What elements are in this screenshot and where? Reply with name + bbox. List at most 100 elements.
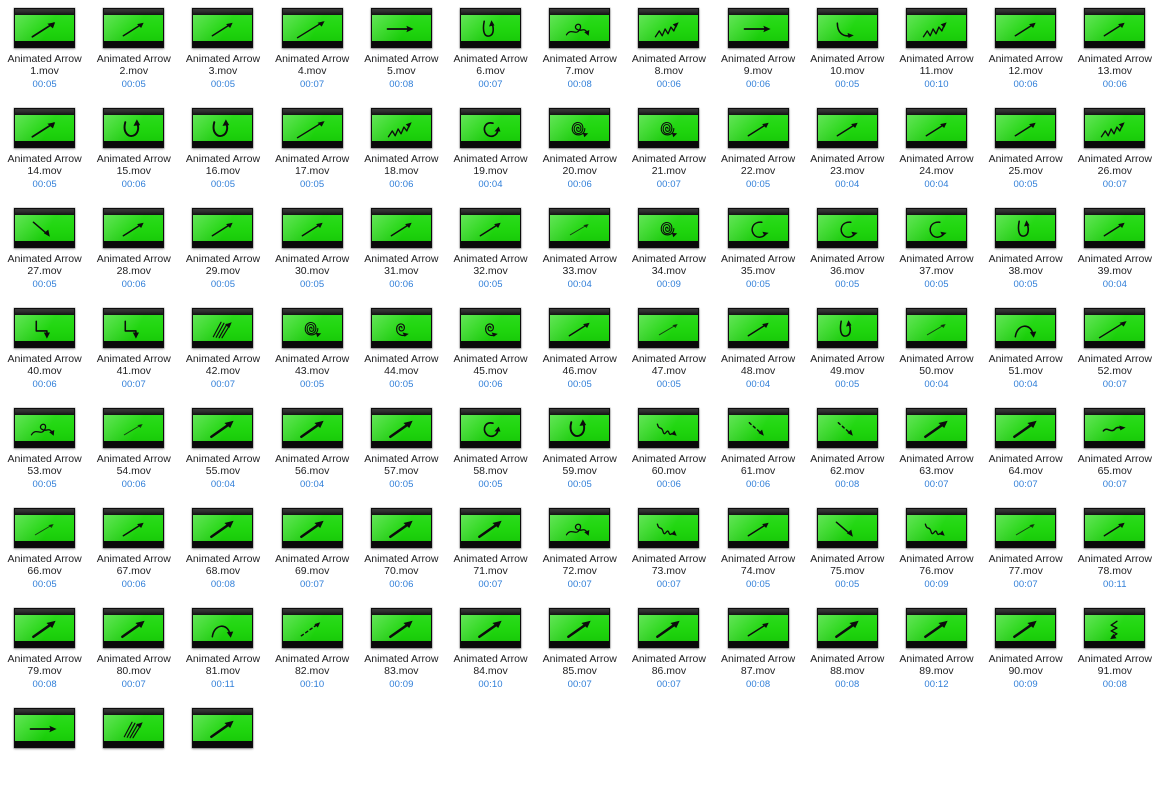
- file-item[interactable]: Animated Arrow 78.mov 00:11: [1070, 506, 1159, 606]
- file-item[interactable]: Animated Arrow 77.mov 00:07: [981, 506, 1070, 606]
- file-item[interactable]: Animated Arrow 11.mov 00:10: [892, 6, 981, 106]
- video-thumbnail[interactable]: [281, 508, 343, 548]
- video-thumbnail[interactable]: [905, 8, 967, 48]
- video-thumbnail[interactable]: [14, 608, 76, 648]
- file-item[interactable]: Animated Arrow 26.mov 00:07: [1070, 106, 1159, 206]
- file-item[interactable]: Animated Arrow 63.mov 00:07: [892, 406, 981, 506]
- file-item[interactable]: Animated Arrow 55.mov 00:04: [178, 406, 267, 506]
- file-item[interactable]: Animated Arrow 17.mov 00:05: [268, 106, 357, 206]
- file-item[interactable]: Animated Arrow 91.mov 00:08: [1070, 606, 1159, 706]
- video-thumbnail[interactable]: [460, 608, 522, 648]
- file-item[interactable]: Animated Arrow 54.mov 00:06: [89, 406, 178, 506]
- file-item[interactable]: Animated Arrow 34.mov 00:09: [624, 206, 713, 306]
- video-thumbnail[interactable]: [905, 608, 967, 648]
- video-thumbnail[interactable]: [549, 508, 611, 548]
- video-thumbnail[interactable]: [370, 508, 432, 548]
- file-item[interactable]: Animated Arrow 89.mov 00:12: [892, 606, 981, 706]
- file-item[interactable]: Animated Arrow 20.mov 00:06: [535, 106, 624, 206]
- file-item[interactable]: Animated Arrow 1.mov 00:05: [0, 6, 89, 106]
- video-thumbnail[interactable]: [14, 108, 76, 148]
- file-item[interactable]: Animated Arrow 12.mov 00:06: [981, 6, 1070, 106]
- video-thumbnail[interactable]: [549, 8, 611, 48]
- video-thumbnail[interactable]: [103, 508, 165, 548]
- video-thumbnail[interactable]: [460, 508, 522, 548]
- file-item[interactable]: Animated Arrow 35.mov 00:05: [714, 206, 803, 306]
- video-thumbnail[interactable]: [995, 508, 1057, 548]
- file-item[interactable]: Animated Arrow 66.mov 00:05: [0, 506, 89, 606]
- video-thumbnail[interactable]: [995, 8, 1057, 48]
- file-item[interactable]: Animated Arrow 10.mov 00:05: [803, 6, 892, 106]
- file-item[interactable]: Animated Arrow 33.mov 00:04: [535, 206, 624, 306]
- video-thumbnail[interactable]: [192, 608, 254, 648]
- video-thumbnail[interactable]: [727, 308, 789, 348]
- video-thumbnail[interactable]: [638, 508, 700, 548]
- video-thumbnail[interactable]: [549, 108, 611, 148]
- video-thumbnail[interactable]: [103, 208, 165, 248]
- file-item[interactable]: Animated Arrow 46.mov 00:05: [535, 306, 624, 406]
- video-thumbnail[interactable]: [1084, 208, 1146, 248]
- video-thumbnail[interactable]: [727, 108, 789, 148]
- file-item[interactable]: Animated Arrow 75.mov 00:05: [803, 506, 892, 606]
- video-thumbnail[interactable]: [370, 608, 432, 648]
- video-thumbnail[interactable]: [1084, 408, 1146, 448]
- file-item[interactable]: Animated Arrow 70.mov 00:06: [357, 506, 446, 606]
- video-thumbnail[interactable]: [281, 408, 343, 448]
- file-item[interactable]: Animated Arrow 19.mov 00:04: [446, 106, 535, 206]
- video-thumbnail[interactable]: [460, 408, 522, 448]
- file-item[interactable]: Animated Arrow 23.mov 00:04: [803, 106, 892, 206]
- video-thumbnail[interactable]: [281, 308, 343, 348]
- file-item[interactable]: Animated Arrow 13.mov 00:06: [1070, 6, 1159, 106]
- video-thumbnail[interactable]: [192, 208, 254, 248]
- file-item[interactable]: Animated Arrow 86.mov 00:07: [624, 606, 713, 706]
- video-thumbnail[interactable]: [549, 608, 611, 648]
- file-item[interactable]: Animated Arrow 85.mov 00:07: [535, 606, 624, 706]
- file-item[interactable]: Animated Arrow 6.mov 00:07: [446, 6, 535, 106]
- video-thumbnail[interactable]: [995, 208, 1057, 248]
- video-thumbnail[interactable]: [1084, 308, 1146, 348]
- file-item[interactable]: Animated Arrow 42.mov 00:07: [178, 306, 267, 406]
- file-item[interactable]: Animated Arrow 21.mov 00:07: [624, 106, 713, 206]
- video-thumbnail[interactable]: [816, 8, 878, 48]
- file-item[interactable]: Animated Arrow 59.mov 00:05: [535, 406, 624, 506]
- file-item[interactable]: Animated Arrow 81.mov 00:11: [178, 606, 267, 706]
- video-thumbnail[interactable]: [816, 608, 878, 648]
- file-item[interactable]: Animated Arrow 76.mov 00:09: [892, 506, 981, 606]
- file-item[interactable]: Animated Arrow 32.mov 00:05: [446, 206, 535, 306]
- file-item[interactable]: Animated Arrow 71.mov 00:07: [446, 506, 535, 606]
- file-item[interactable]: Animated Arrow 51.mov 00:04: [981, 306, 1070, 406]
- file-icon-grid[interactable]: Animated Arrow 1.mov 00:05 Animated Arrow …: [0, 0, 1160, 764]
- file-item[interactable]: Animated Arrow 93.mov: [89, 706, 178, 806]
- video-thumbnail[interactable]: [370, 208, 432, 248]
- video-thumbnail[interactable]: [727, 208, 789, 248]
- file-item[interactable]: Animated Arrow 88.mov 00:08: [803, 606, 892, 706]
- file-item[interactable]: Animated Arrow 94.mov: [178, 706, 267, 806]
- file-item[interactable]: Animated Arrow 39.mov 00:04: [1070, 206, 1159, 306]
- video-thumbnail[interactable]: [816, 208, 878, 248]
- file-item[interactable]: Animated Arrow 56.mov 00:04: [268, 406, 357, 506]
- video-thumbnail[interactable]: [995, 108, 1057, 148]
- file-item[interactable]: Animated Arrow 15.mov 00:06: [89, 106, 178, 206]
- video-thumbnail[interactable]: [14, 208, 76, 248]
- video-thumbnail[interactable]: [103, 108, 165, 148]
- file-item[interactable]: Animated Arrow 62.mov 00:08: [803, 406, 892, 506]
- video-thumbnail[interactable]: [103, 8, 165, 48]
- video-thumbnail[interactable]: [192, 708, 254, 748]
- file-item[interactable]: Animated Arrow 49.mov 00:05: [803, 306, 892, 406]
- video-thumbnail[interactable]: [638, 408, 700, 448]
- video-thumbnail[interactable]: [1084, 508, 1146, 548]
- video-thumbnail[interactable]: [103, 408, 165, 448]
- file-item[interactable]: Animated Arrow 2.mov 00:05: [89, 6, 178, 106]
- video-thumbnail[interactable]: [816, 408, 878, 448]
- file-item[interactable]: Animated Arrow 41.mov 00:07: [89, 306, 178, 406]
- file-item[interactable]: Animated Arrow 83.mov 00:09: [357, 606, 446, 706]
- video-thumbnail[interactable]: [460, 208, 522, 248]
- video-thumbnail[interactable]: [638, 108, 700, 148]
- video-thumbnail[interactable]: [905, 108, 967, 148]
- file-item[interactable]: Animated Arrow 80.mov 00:07: [89, 606, 178, 706]
- file-item[interactable]: Animated Arrow 60.mov 00:06: [624, 406, 713, 506]
- file-item[interactable]: Animated Arrow 48.mov 00:04: [714, 306, 803, 406]
- video-thumbnail[interactable]: [281, 8, 343, 48]
- video-thumbnail[interactable]: [460, 8, 522, 48]
- file-item[interactable]: Animated Arrow 5.mov 00:08: [357, 6, 446, 106]
- video-thumbnail[interactable]: [370, 8, 432, 48]
